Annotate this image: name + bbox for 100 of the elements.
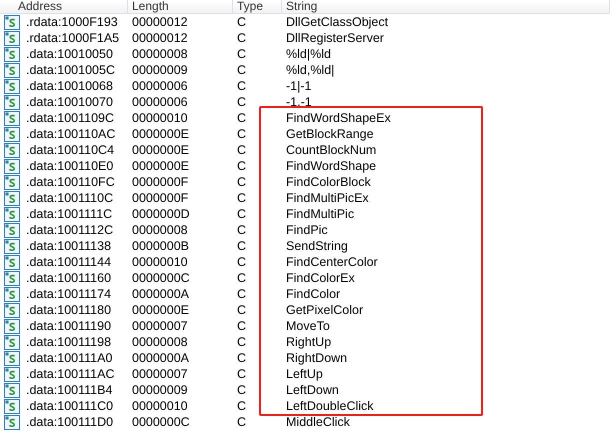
string-icon (4, 46, 20, 62)
string-icon (4, 254, 20, 270)
length-cell-text: 0000000F (131, 191, 190, 205)
address-cell: .data:100111B4 (26, 383, 112, 397)
type-cell-text: C (236, 335, 248, 349)
type-cell-text: C (236, 95, 248, 109)
string-icon (4, 110, 20, 126)
length-cell-text: 0000000E (131, 159, 190, 173)
address-cell: .rdata:1000F193 (26, 15, 118, 29)
string-icon (4, 94, 20, 110)
address-cell: .data:10011180 (26, 303, 112, 317)
string-icon (4, 270, 20, 286)
address-cell: .data:1001112C (26, 223, 114, 237)
address-cell: .data:100111AC (26, 367, 114, 381)
string-cell-text: LeftDown (285, 383, 340, 397)
type-cell-text: C (236, 191, 248, 205)
type-cell-text: C (236, 271, 248, 285)
address-cell: .data:10011198 (26, 335, 112, 349)
column-header[interactable]: String (282, 0, 610, 13)
type-cell-text: C (236, 111, 248, 125)
type-cell-text: C (236, 15, 248, 29)
string-cell-text: RightUp (285, 335, 332, 349)
string-cell-text: %ld|%ld (285, 47, 332, 61)
type-cell-text: C (236, 223, 248, 237)
string-icon (4, 398, 20, 414)
string-icon (4, 206, 20, 222)
length-cell-text: 00000010 (131, 255, 189, 269)
type-cell-text: C (236, 319, 248, 333)
length-cell-text: 00000010 (131, 111, 189, 125)
address-cell: .data:1001110C (26, 191, 114, 205)
type-cell-text: C (236, 351, 248, 365)
type-cell-text: C (236, 367, 248, 381)
type-cell-text: C (236, 239, 248, 253)
string-cell-text: -1|-1 (285, 79, 312, 93)
string-icon (4, 302, 20, 318)
string-cell-text: GetPixelColor (285, 303, 364, 317)
string-icon (4, 158, 20, 174)
string-cell-text: FindMultiPicEx (285, 191, 370, 205)
length-cell-text: 0000000A (131, 351, 190, 365)
column-header[interactable]: Type (233, 0, 282, 13)
type-cell-text: C (236, 127, 248, 141)
length-cell-text: 0000000A (131, 287, 190, 301)
string-icon (4, 222, 20, 238)
address-cell: .data:100110C4 (26, 143, 114, 157)
address-cell: .data:100111D0 (26, 415, 114, 429)
length-cell-text: 0000000F (131, 175, 190, 189)
string-cell-text: FindMultiPic (285, 207, 356, 221)
string-cell-text: CountBlockNum (285, 143, 378, 157)
address-cell: .data:1001109C (26, 111, 114, 125)
type-cell-text: C (236, 79, 248, 93)
string-icon (4, 174, 20, 190)
length-cell-text: 00000009 (131, 383, 189, 397)
string-cell-text: FindCenterColor (285, 255, 379, 269)
type-cell-text: C (236, 255, 248, 269)
column-header[interactable]: Length (128, 0, 233, 13)
type-cell-text: C (236, 303, 248, 317)
length-cell-text: 0000000E (131, 127, 190, 141)
length-cell-text: 0000000B (131, 239, 190, 253)
column-header[interactable]: Address (0, 0, 128, 13)
address-cell: .data:100110FC (26, 175, 115, 189)
address-cell: .data:10011174 (26, 287, 112, 301)
string-cell-text: LeftDoubleClick (285, 399, 375, 413)
type-cell-text: C (236, 31, 248, 45)
string-icon (4, 62, 20, 78)
string-cell-text: DllRegisterServer (285, 31, 385, 45)
string-cell-text: FindColor (285, 287, 342, 301)
string-cell-text: %ld,%ld| (285, 63, 336, 77)
type-cell-text: C (236, 415, 248, 429)
length-cell-text: 00000008 (131, 223, 189, 237)
type-cell-text: C (236, 383, 248, 397)
address-cell: .data:10011138 (26, 239, 112, 253)
length-cell-text: 00000012 (131, 15, 189, 29)
length-cell-text: 00000010 (131, 399, 189, 413)
address-cell: .data:100111A0 (26, 351, 112, 365)
address-cell: .data:10010070 (26, 95, 113, 109)
address-cell: .data:10010068 (26, 79, 113, 93)
string-icon (4, 350, 20, 366)
address-cell: .data:100111C0 (26, 399, 114, 413)
type-cell-text: C (236, 47, 248, 61)
address-cell: .data:10011190 (26, 319, 112, 333)
type-cell-text: C (236, 143, 248, 157)
address-cell: .data:10011160 (26, 271, 112, 285)
string-cell-text: GetBlockRange (285, 127, 375, 141)
length-cell-text: 00000006 (131, 95, 189, 109)
address-cell: .data:1001005C (26, 63, 115, 77)
length-cell-text: 00000007 (131, 367, 189, 381)
string-icon (4, 238, 20, 254)
address-cell: .data:1001111C (26, 207, 112, 221)
string-icon (4, 382, 20, 398)
string-icon (4, 126, 20, 142)
string-cell-text: FindColorEx (285, 271, 356, 285)
string-icon (4, 142, 20, 158)
address-cell: .data:10011144 (26, 255, 112, 269)
type-cell-text: C (236, 399, 248, 413)
type-cell-text: C (236, 287, 248, 301)
string-icon (4, 366, 20, 382)
string-icon (4, 414, 20, 430)
string-cell-text: FindPic (285, 223, 329, 237)
address-cell: .data:10010050 (26, 47, 113, 61)
string-icon (4, 30, 20, 46)
